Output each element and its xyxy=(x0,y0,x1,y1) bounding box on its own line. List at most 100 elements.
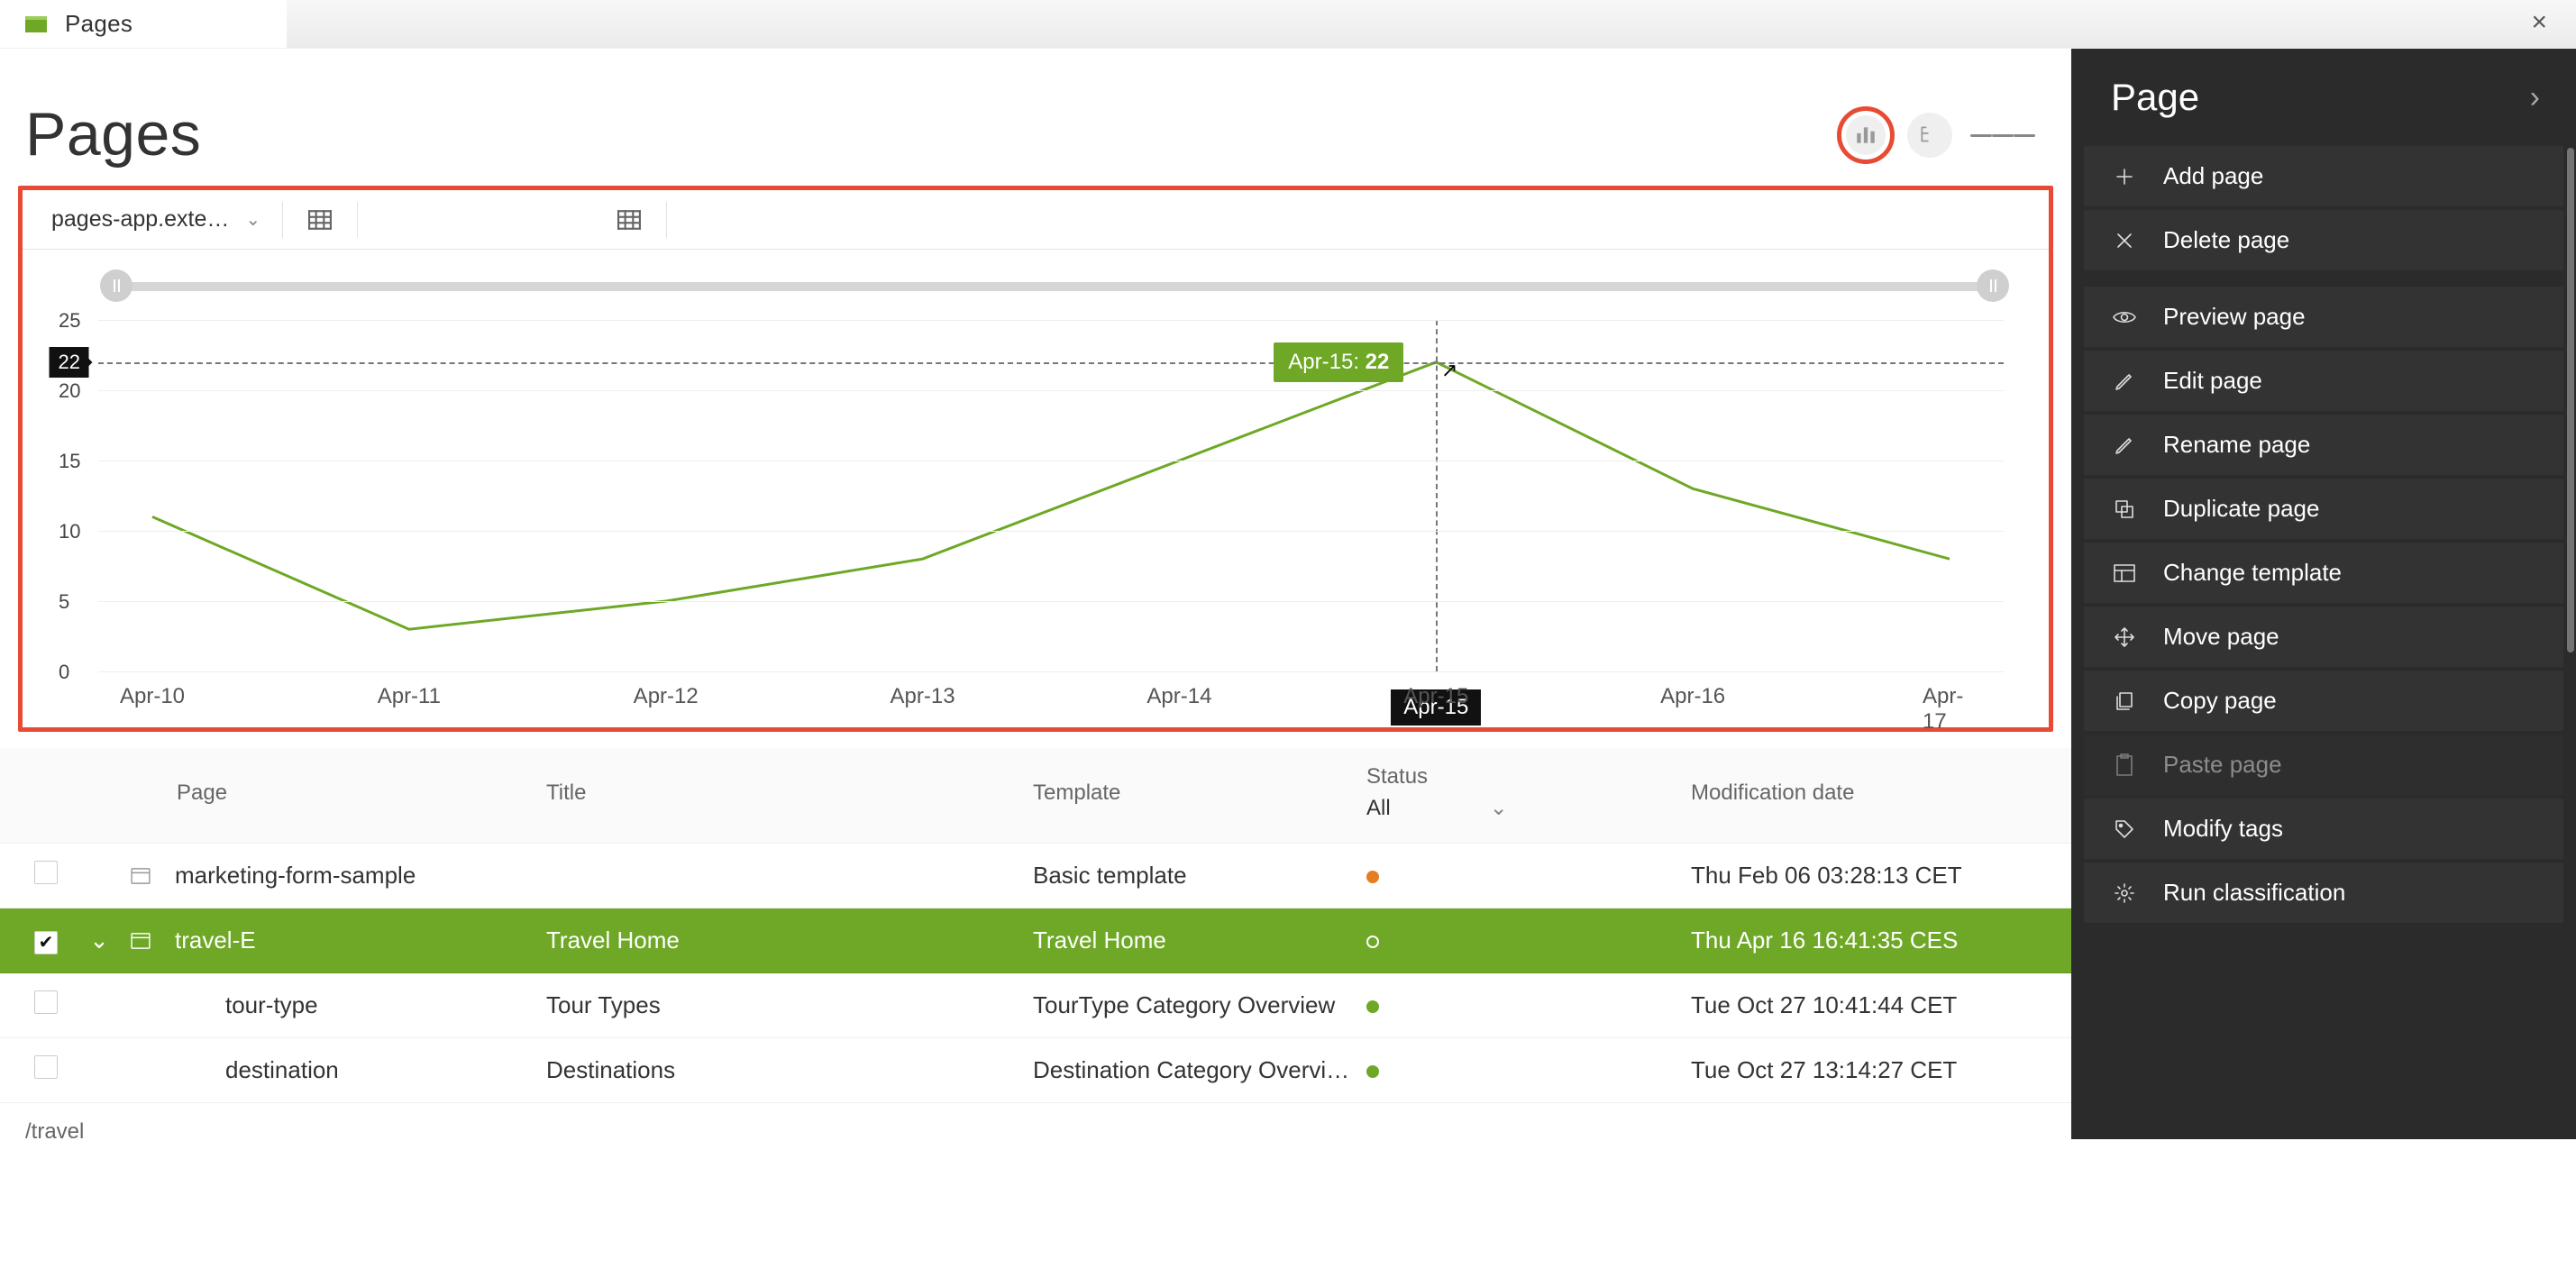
mouse-cursor-icon: ↖ xyxy=(1441,359,1457,382)
action-label: Rename page xyxy=(2163,431,2310,459)
action-paste-page: Paste page xyxy=(2084,735,2563,795)
tree-icon xyxy=(1918,123,1941,147)
col-page[interactable]: Page xyxy=(169,771,539,815)
chart-hover-vline xyxy=(1436,320,1438,671)
table-row[interactable]: destinationDestinationsDestination Categ… xyxy=(0,1038,2071,1103)
col-moddate[interactable]: Modification date xyxy=(1684,771,2071,815)
hamburger-icon[interactable] xyxy=(1965,132,2041,140)
action-label: Modify tags xyxy=(2163,815,2283,843)
x-tick-label: Apr-16 xyxy=(1660,684,1725,709)
chart-plot-area[interactable]: 22 Apr-15: 22 ↖ Apr-15 0510152025Apr-10A… xyxy=(98,320,2004,671)
chart-panel: pages-app.exte… ⌄ xyxy=(18,186,2053,732)
x-tick-label: Apr-11 xyxy=(378,684,441,709)
separator xyxy=(282,202,283,238)
page-title-cell: Tour Types xyxy=(539,977,1026,1034)
row-checkbox[interactable] xyxy=(34,990,58,1014)
action-rename-page[interactable]: Rename page xyxy=(2084,415,2563,475)
x-tick-label: Apr-12 xyxy=(634,684,699,709)
tree-view-toggle[interactable] xyxy=(1907,113,1952,158)
action-label: Delete page xyxy=(2163,226,2289,254)
expand-toggle xyxy=(79,1056,119,1085)
scrubber-track xyxy=(111,282,1998,291)
action-edit-page[interactable]: Edit page xyxy=(2084,351,2563,411)
panel-scrollbar-thumb[interactable] xyxy=(2567,148,2574,653)
table-row[interactable]: ⌄travel-ETravel HomeTravel HomeThu Apr 1… xyxy=(0,908,2071,973)
gear-icon xyxy=(2111,882,2138,904)
x-tick-label: Apr-17 xyxy=(1923,684,1977,735)
close-icon[interactable]: × xyxy=(2531,9,2547,36)
x-tick-label: Apr-13 xyxy=(891,684,955,709)
y-tick-label: 20 xyxy=(59,379,80,403)
page-status-cell xyxy=(1359,847,1684,904)
action-add-page[interactable]: Add page xyxy=(2084,146,2563,206)
row-checkbox[interactable] xyxy=(34,861,58,884)
chart-series xyxy=(98,320,2004,671)
y-tick-label: 0 xyxy=(59,661,69,684)
status-dot-icon xyxy=(1366,936,1379,948)
action-move-page[interactable]: Move page xyxy=(2084,607,2563,667)
chevron-right-icon[interactable]: › xyxy=(2530,80,2540,115)
chevron-down-icon: ⌄ xyxy=(1490,795,1508,821)
page-type-icon xyxy=(119,853,169,899)
action-change-template[interactable]: Change template xyxy=(2084,543,2563,603)
copy-icon xyxy=(2111,690,2138,712)
page-status-cell xyxy=(1359,912,1684,969)
inactive-tab-area xyxy=(270,0,2576,48)
app-tab-bar: Pages × xyxy=(0,0,2576,49)
separator xyxy=(666,202,667,238)
table-header-row: Page Title Template Status All ⌄ Modific… xyxy=(0,748,2071,844)
action-label: Move page xyxy=(2163,623,2279,651)
date-start-picker[interactable] xyxy=(292,190,348,249)
row-checkbox[interactable] xyxy=(34,1055,58,1079)
date-end-picker[interactable] xyxy=(601,190,657,249)
expand-toggle xyxy=(79,991,119,1020)
expand-toggle[interactable]: ⌄ xyxy=(79,912,119,969)
dup-icon xyxy=(2111,498,2138,520)
action-label: Paste page xyxy=(2163,751,2282,779)
status-dot-icon xyxy=(1366,1000,1379,1013)
datasource-selector[interactable]: pages-app.exte… ⌄ xyxy=(39,190,273,249)
table-row[interactable]: tour-typeTour TypesTourType Category Ove… xyxy=(0,973,2071,1038)
pages-table: Page Title Template Status All ⌄ Modific… xyxy=(0,748,2071,1103)
action-panel: Page › Add pageDelete pagePreview pageEd… xyxy=(2071,49,2576,1139)
action-copy-page[interactable]: Copy page xyxy=(2084,671,2563,731)
app-tab[interactable]: Pages xyxy=(25,0,287,48)
action-run-classification[interactable]: Run classification xyxy=(2084,863,2563,923)
action-duplicate-page[interactable]: Duplicate page xyxy=(2084,479,2563,539)
y-tick-label: 5 xyxy=(59,590,69,614)
page-title: Pages xyxy=(25,99,201,169)
col-template[interactable]: Template xyxy=(1026,771,1359,815)
chart-tooltip: Apr-15: 22 xyxy=(1274,342,1403,382)
page-template-cell: Travel Home xyxy=(1026,912,1359,969)
move-icon xyxy=(2111,626,2138,648)
page-name: travel-E xyxy=(169,912,539,969)
breadcrumb-path: /travel xyxy=(25,1119,84,1145)
row-checkbox[interactable] xyxy=(34,931,58,954)
page-title-cell: Travel Home xyxy=(539,912,1026,969)
col-title[interactable]: Title xyxy=(539,771,1026,815)
pencil-icon xyxy=(2111,370,2138,392)
scrubber-handle-right[interactable] xyxy=(1977,269,2009,302)
action-modify-tags[interactable]: Modify tags xyxy=(2084,799,2563,859)
view-toggle-group xyxy=(1837,106,2046,169)
action-label: Add page xyxy=(2163,162,2263,190)
page-moddate-cell: Thu Apr 16 16:41:35 CES xyxy=(1684,912,2071,969)
time-range-scrubber[interactable] xyxy=(111,275,1998,297)
table-row[interactable]: marketing-form-sampleBasic templateThu F… xyxy=(0,844,2071,908)
y-tick-label: 25 xyxy=(59,309,80,333)
action-label: Duplicate page xyxy=(2163,495,2319,523)
scrubber-handle-left[interactable] xyxy=(100,269,132,302)
bar-chart-icon xyxy=(1854,123,1877,147)
expand-toggle xyxy=(79,862,119,890)
action-label: Edit page xyxy=(2163,367,2262,395)
page-type-icon xyxy=(119,1048,177,1093)
action-label: Copy page xyxy=(2163,687,2277,715)
chart-toolbar: pages-app.exte… ⌄ xyxy=(23,190,2049,250)
chart-view-toggle[interactable] xyxy=(1837,106,1895,164)
status-filter-select[interactable]: All ⌄ xyxy=(1366,795,1676,821)
page-template-cell: Destination Category Overview xyxy=(1026,1042,1359,1099)
action-delete-page[interactable]: Delete page xyxy=(2084,210,2563,270)
x-tick-label: Apr-10 xyxy=(120,684,185,709)
col-status[interactable]: Status xyxy=(1366,764,1676,790)
action-preview-page[interactable]: Preview page xyxy=(2084,287,2563,347)
